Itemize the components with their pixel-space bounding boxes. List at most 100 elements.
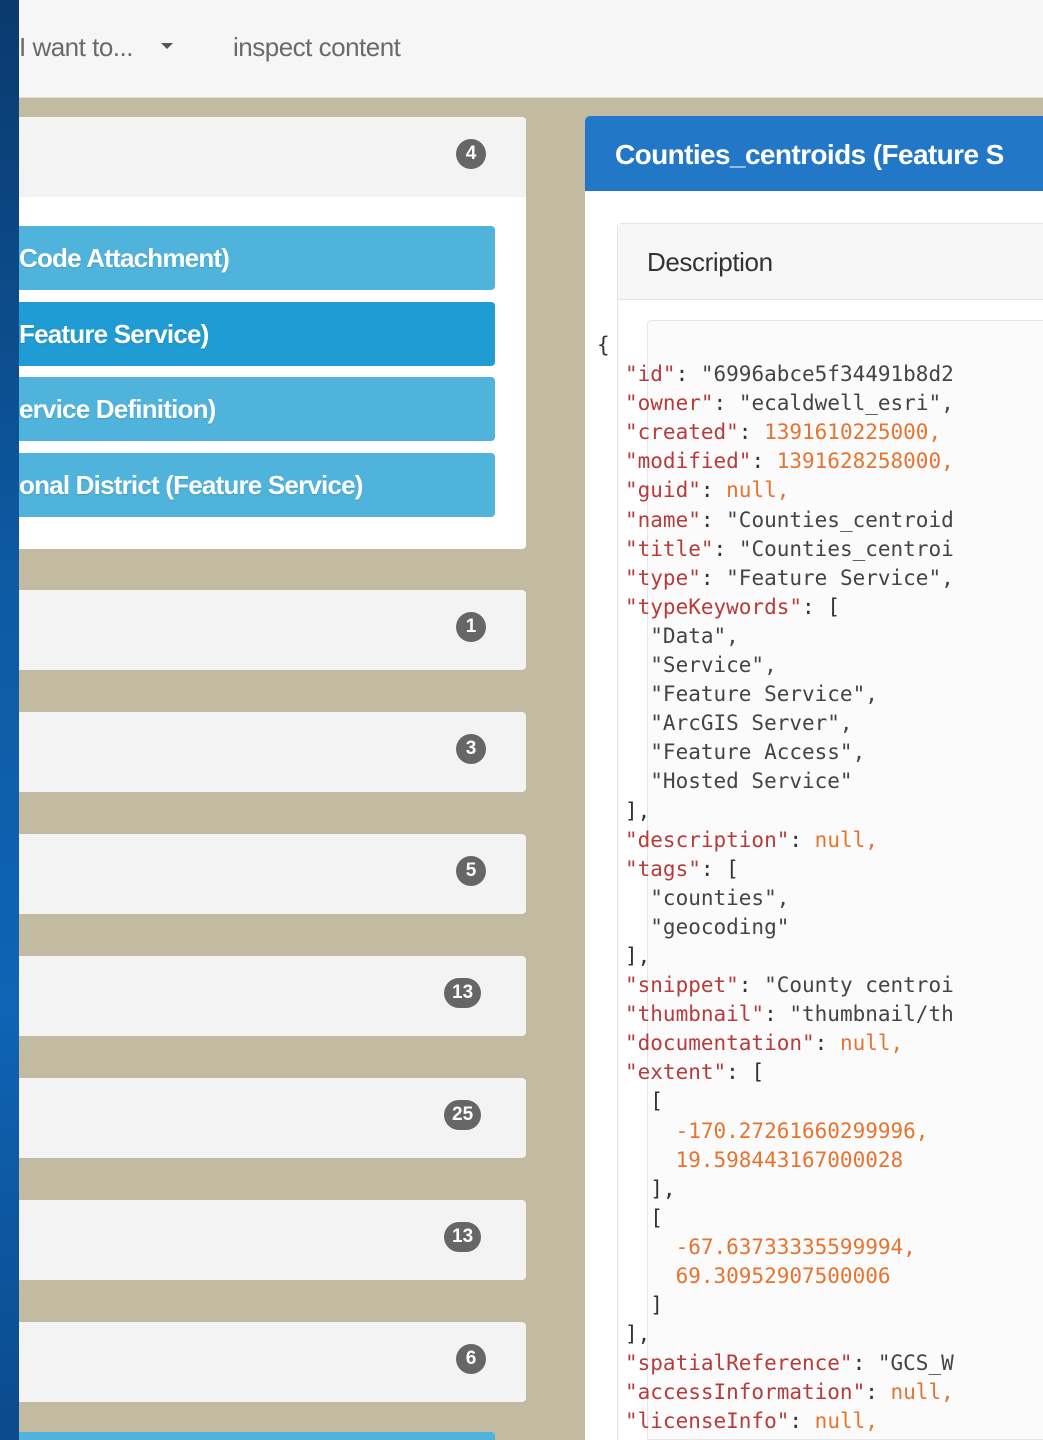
json-value: [ [625,1089,663,1114]
json-line: "spatialReference": "GCS_W [625,1351,954,1376]
json-line: "ArcGIS Server", [597,709,954,738]
json-value: "counties", [625,885,790,910]
json-value: "6996abce5f34491b8d2 [700,362,954,387]
list-item-label: Code Attachment) [19,243,230,273]
json-value: "Counties_centroid [726,507,954,532]
json-value: "Feature Access", [625,740,866,765]
chevron-down-icon[interactable] [161,43,173,49]
json-value: ] [625,1293,663,1318]
json-line: 19.598443167000028 [597,1146,954,1175]
count-badge: 13 [444,978,482,1008]
json-value: 1391628258000, [776,449,954,474]
json-value: "GCS_W [877,1351,954,1376]
json-line: ] [597,1291,954,1320]
json-value: "geocoding" [625,914,790,939]
count-badge: 3 [456,734,486,764]
json-line: "thumbnail": "thumbnail/th [625,1002,954,1027]
group-panel[interactable]: 6 [19,1322,526,1402]
json-key: "typeKeywords" [625,594,803,619]
json-line: ], [597,1175,954,1204]
json-value: -67.63733335599994, [625,1234,916,1259]
json-key: "created" [625,420,739,445]
json-line: -170.27261660299996, [597,1117,954,1146]
json-line: ], [597,797,954,826]
list-item[interactable] [19,1432,495,1440]
json-line: "Hosted Service" [597,767,954,796]
json-key: "documentation" [625,1031,815,1056]
group-panel[interactable]: 3 [19,712,526,792]
count-badge: 4 [456,139,486,169]
json-line: "Feature Access", [597,738,954,767]
json-value: "County centroi [764,973,954,998]
list-item[interactable]: ervice Definition) [19,377,495,441]
json-value: "thumbnail/th [789,1002,954,1027]
json-line: ], [597,942,954,971]
count-badge: 5 [456,856,486,886]
group-panel[interactable]: 13 [19,956,526,1036]
json-key: "id" [625,362,676,387]
group-panel[interactable]: 13 [19,1200,526,1280]
json-line: "owner": "ecaldwell_esri", [625,391,954,416]
json-value: [ [751,1060,765,1085]
desktop-background-edge [0,0,19,1440]
json-value: [ [625,1205,663,1230]
json-key: "snippet" [625,973,739,998]
json-value: "Hosted Service" [625,769,853,794]
json-key: "spatialReference" [625,1351,853,1376]
json-value: "Feature Service", [625,682,878,707]
json-line: "accessInformation": null, [625,1380,954,1405]
group-panel[interactable]: 5 [19,834,526,914]
json-line: "snippet": "County centroi [625,973,954,998]
json-line: "id": "6996abce5f34491b8d2 [625,362,954,387]
json-key: "description" [625,827,790,852]
json-key: "type" [625,565,701,590]
item-list-panel-header[interactable]: 4 [19,117,526,197]
json-key: "extent" [625,1060,727,1085]
json-line: "type": "Feature Service", [625,565,954,590]
i-want-to-menu[interactable]: I want to... [19,32,133,63]
json-key: "licenseInfo" [625,1409,790,1434]
json-value: "ArcGIS Server", [625,711,853,736]
list-item[interactable]: onal District (Feature Service) [19,453,495,517]
group-panel[interactable]: 25 [19,1078,526,1158]
json-value: null, [839,1031,904,1056]
json-key: "owner" [625,391,714,416]
json-value: "Counties_centroi [738,536,954,561]
json-key: "modified" [625,449,752,474]
json-line: "guid": null, [625,478,790,503]
json-value: [ [827,594,840,619]
json-value: "Service", [625,653,777,678]
json-line: "typeKeywords": [ [625,594,840,619]
json-value: ], [625,1322,651,1347]
json-content: { "id": "6996abce5f34491b8d2 "owner": "eca… [597,331,954,1437]
item-list-panel: 4 Code Attachment) Feature Service) ervi… [19,117,526,549]
json-line: { [597,331,954,360]
inspect-content-link[interactable]: inspect content [233,32,401,63]
json-line: "licenseInfo": null, [625,1409,878,1434]
json-line: -67.63733335599994, [597,1233,954,1262]
json-line: "title": "Counties_centroi [625,536,954,561]
json-line: "Feature Service", [597,680,954,709]
json-value: ], [625,943,651,968]
json-line: "created": 1391610225000, [625,420,942,445]
description-header: Description [618,224,1043,300]
json-value: -170.27261660299996, [625,1118,929,1143]
json-key: "guid" [625,478,701,503]
json-value: "ecaldwell_esri", [738,391,954,416]
json-value: null, [726,478,790,503]
json-value: { [597,333,610,357]
group-panel[interactable]: 1 [19,590,526,670]
list-item-selected[interactable]: Feature Service) [19,302,495,366]
json-line: [ [597,1087,954,1116]
json-value: 19.598443167000028 [625,1147,904,1172]
json-key: "thumbnail" [625,1002,765,1027]
json-key: "title" [625,536,714,561]
count-badge: 25 [444,1100,482,1130]
list-item[interactable]: Code Attachment) [19,226,495,290]
count-badge: 1 [456,612,486,642]
json-value: "Feature Service", [726,565,954,590]
json-key: "tags" [625,856,701,881]
json-line: "tags": [ [625,856,739,881]
json-line: "geocoding" [597,913,954,942]
count-badge: 6 [456,1344,486,1374]
